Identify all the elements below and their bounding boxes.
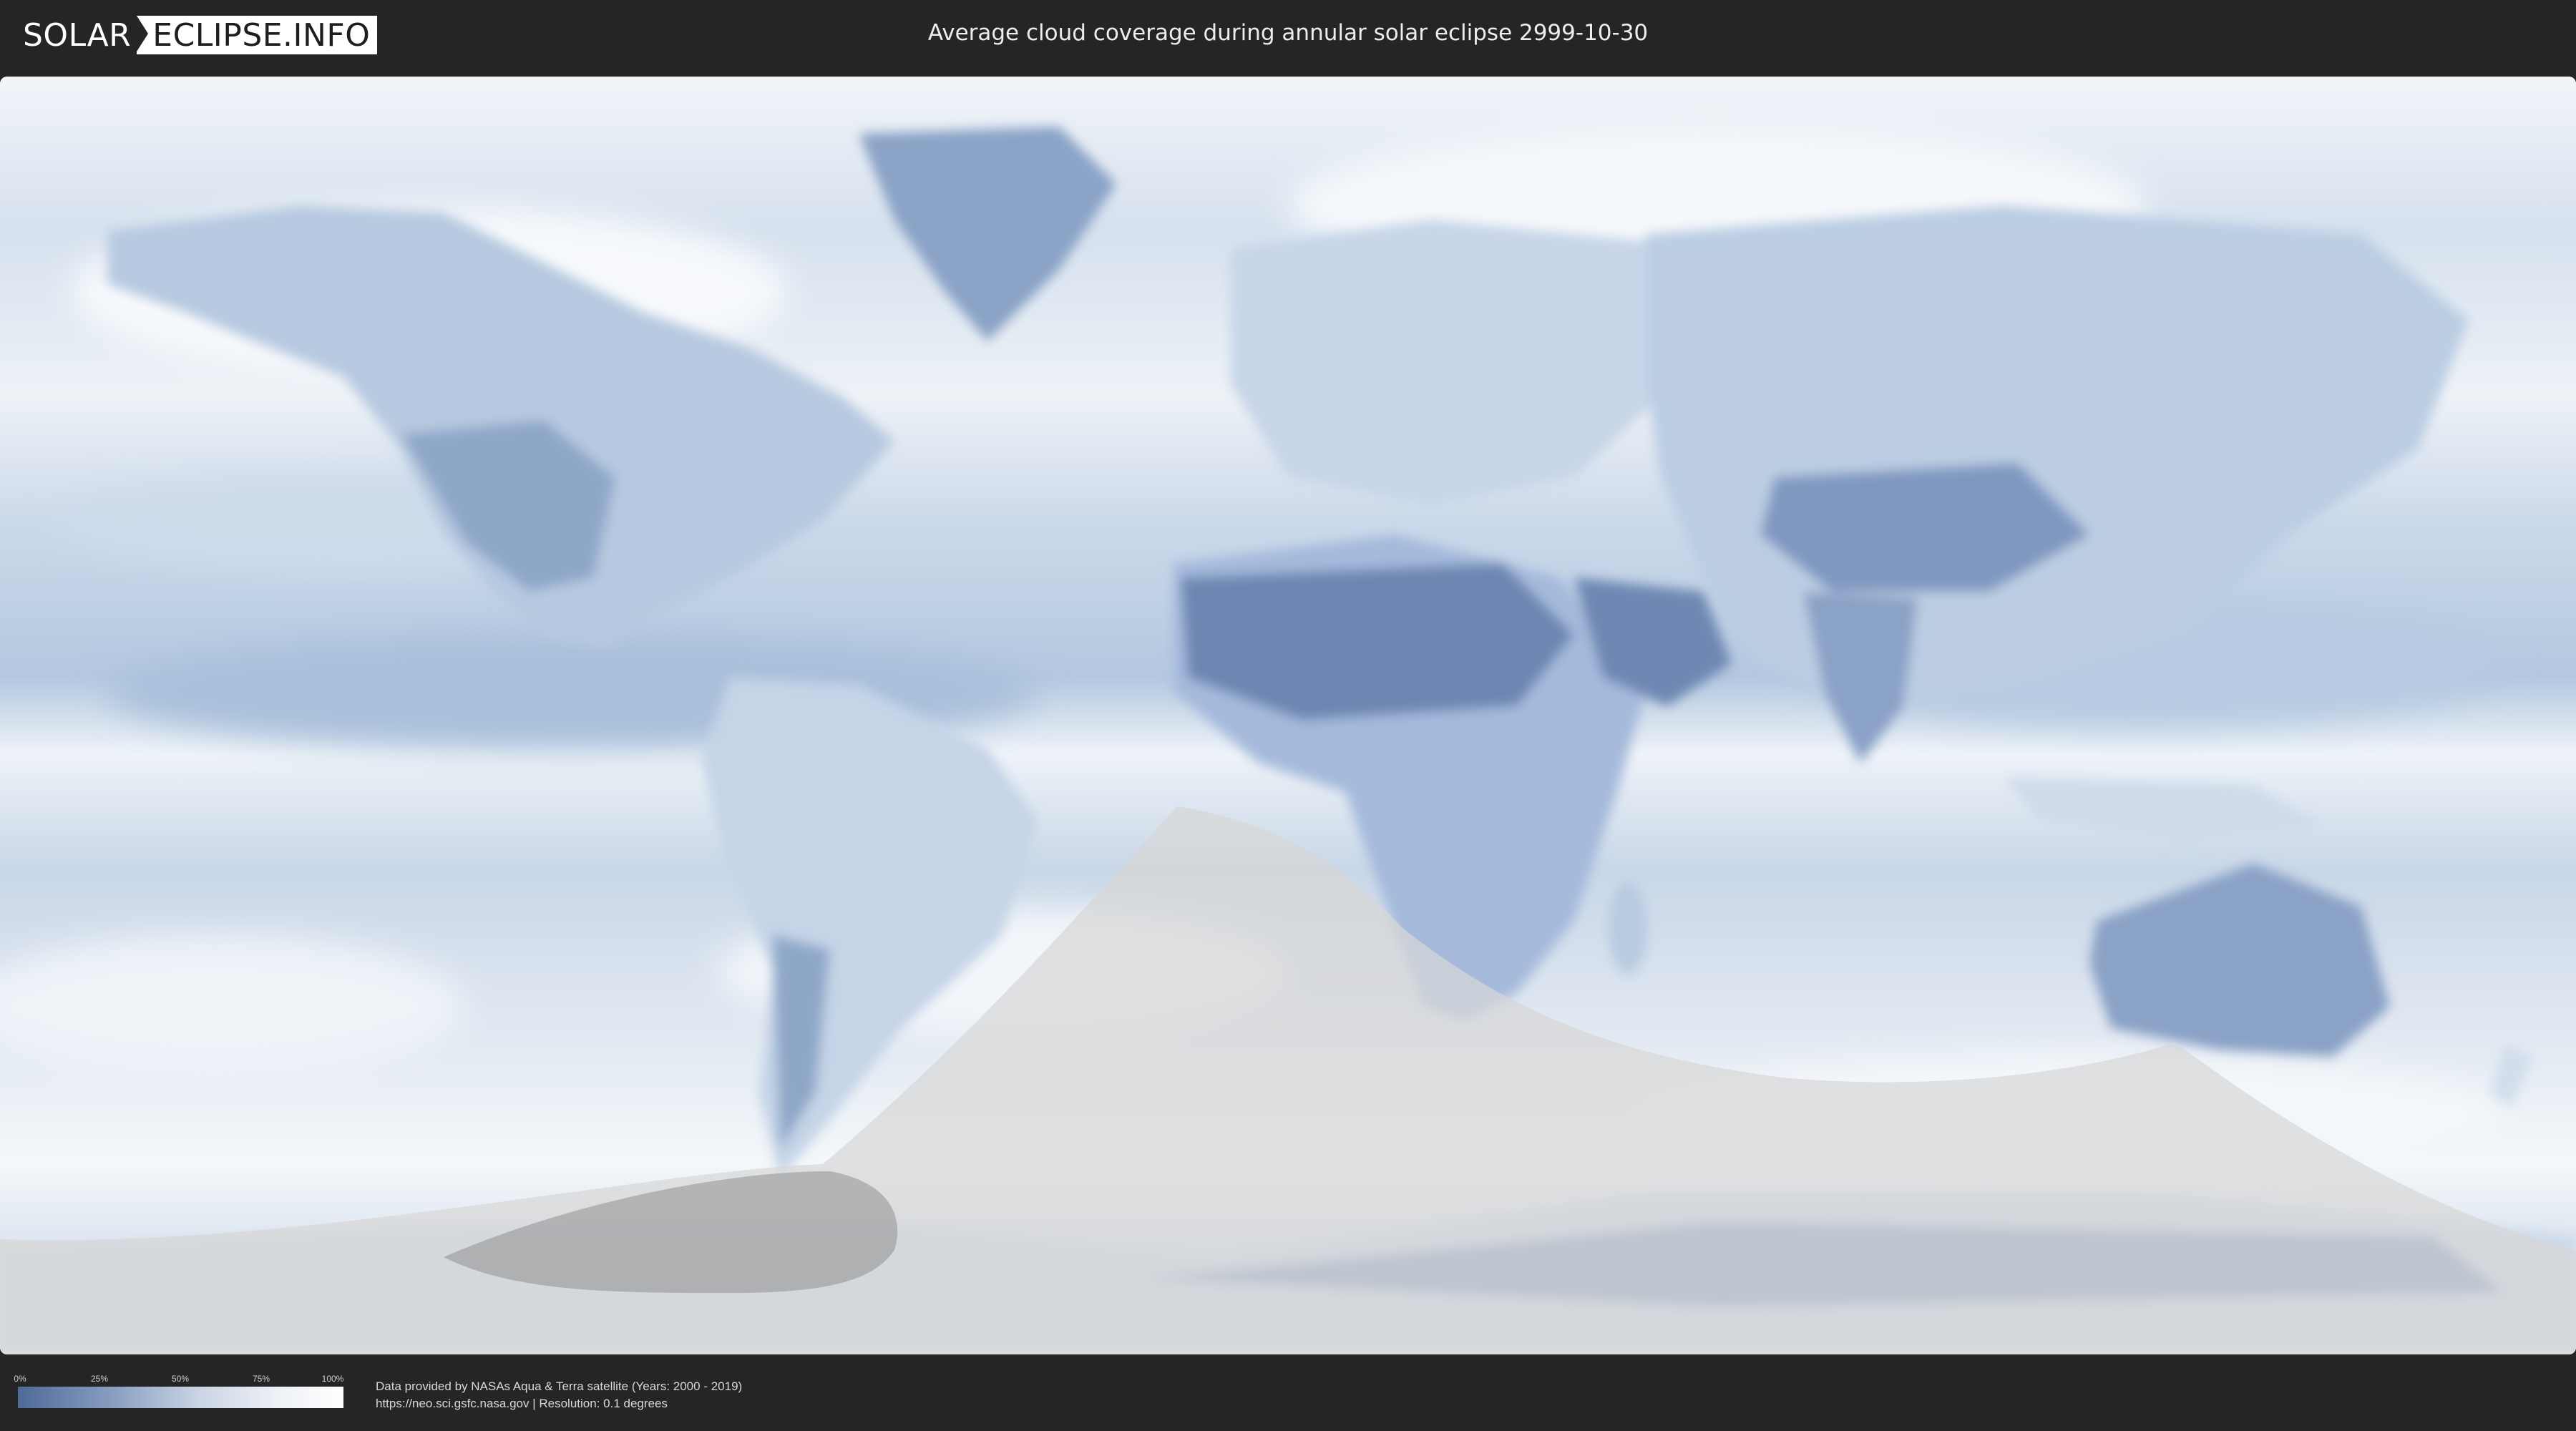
legend-ticks: 0% 25% 50% 75% 100% bbox=[14, 1374, 344, 1387]
header-bar: SOLAR ECLIPSE.INFO Average cloud coverag… bbox=[0, 0, 2576, 72]
legend-tick-0: 0% bbox=[14, 1374, 26, 1384]
data-credits: Data provided by NASAs Aqua & Terra sate… bbox=[376, 1378, 742, 1412]
credit-line-source: Data provided by NASAs Aqua & Terra sate… bbox=[376, 1379, 743, 1393]
legend-tick-25: 25% bbox=[90, 1374, 109, 1384]
cloud-coverage-map[interactable] bbox=[0, 77, 2576, 1354]
legend-tick-75: 75% bbox=[252, 1374, 270, 1384]
madagascar bbox=[1608, 881, 1648, 975]
sahara bbox=[1181, 563, 1574, 721]
legend-color-bar bbox=[18, 1387, 343, 1408]
world-map-svg bbox=[0, 77, 2576, 1354]
legend-tick-100: 100% bbox=[321, 1374, 344, 1384]
page-title: Average cloud coverage during annular so… bbox=[927, 20, 1649, 46]
credit-line-url[interactable]: https://neo.sci.gsfc.nasa.gov | Resoluti… bbox=[376, 1395, 742, 1412]
legend-tick-50: 50% bbox=[171, 1374, 190, 1384]
cloud-coverage-legend: 0% 25% 50% 75% 100% bbox=[14, 1374, 344, 1408]
